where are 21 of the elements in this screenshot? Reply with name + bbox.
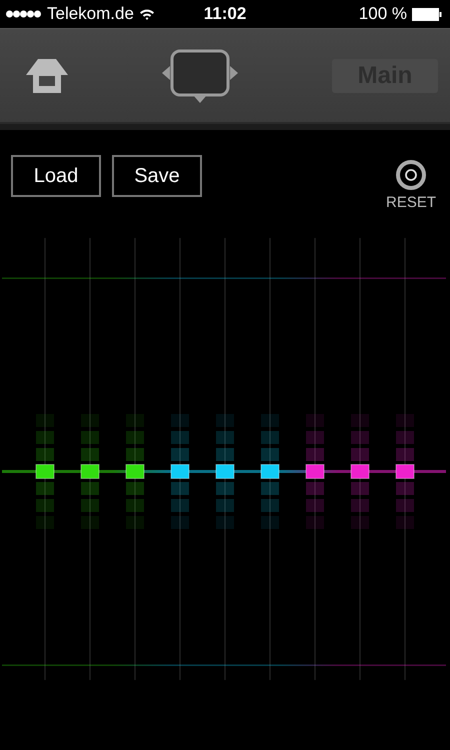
bubble-button[interactable] (161, 48, 239, 102)
slider-handle[interactable] (350, 464, 370, 479)
slider-handle[interactable] (306, 464, 324, 479)
home-button[interactable] (26, 58, 68, 92)
save-button[interactable]: Save (112, 155, 202, 197)
slider-handle[interactable] (396, 464, 414, 479)
ring-icon (394, 159, 427, 191)
battery-icon (412, 8, 442, 20)
battery-percent: 100 % (358, 4, 407, 24)
slider-handle[interactable] (36, 464, 54, 479)
carrier-name: Telekom.de (47, 4, 134, 24)
slider-handle[interactable] (216, 464, 234, 479)
slider-handle[interactable] (260, 464, 280, 479)
slider-handle[interactable] (170, 464, 190, 479)
slider-handle[interactable] (126, 464, 144, 479)
load-button[interactable]: Load (11, 155, 101, 197)
signal-icon (6, 10, 42, 18)
slider-handle[interactable] (80, 464, 100, 479)
reset-button[interactable]: RESET (386, 159, 436, 211)
wifi-icon (138, 8, 155, 20)
clock-time: 11:02 (204, 4, 246, 24)
